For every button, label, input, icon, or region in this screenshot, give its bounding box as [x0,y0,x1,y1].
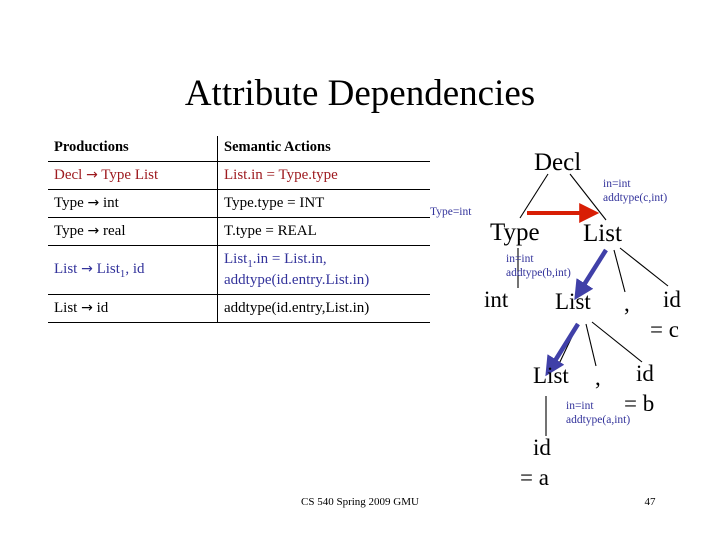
production-cell: Decl → Type List [48,161,219,190]
production-cell: List → List1, id [48,245,219,295]
table-row: Type → int Type.type = INT [48,189,430,218]
page-number: 47 [644,496,656,508]
slide-canvas: Attribute Dependencies Productions Seman… [0,0,720,540]
annotation-list-a: in=int addtype(a,int) [566,400,630,427]
rightwards-arrow-icon: → [87,223,100,239]
rightwards-arrow-icon: → [81,300,93,316]
page-title: Attribute Dependencies [184,73,536,114]
semantic-action-cell: addtype(id.entry,List.in) [217,294,430,323]
table-row: List → id addtype(id.entry,List.in) [48,294,430,323]
annotation-line-1: in=int [506,253,534,265]
footer-course-label: CS 540 Spring 2009 GMU [301,496,419,508]
production-cell: Type → int [48,189,219,218]
annotation-type-equals-int: Type=int [430,206,471,220]
tree-node-comma-1: , [624,291,630,316]
production-rhs: id [96,300,109,316]
rightwards-arrow-icon: → [86,167,98,183]
production-lhs: List [54,260,78,277]
tree-node-int: int [484,287,509,312]
semantic-action-prefix: List [224,251,248,267]
annotation-line-1: in=int [566,400,594,412]
production-cell: List → id [48,294,219,323]
edge-list1-comma [613,249,626,293]
semantic-action-text: T.type = REAL [224,223,317,239]
column-header-productions: Productions [48,136,219,162]
semantic-action-cell: List1.in = List.in, addtype(id.entry.Lis… [217,245,430,295]
edge-list2-idb [591,321,643,363]
blue-dependency-arrow-list2-to-list3 [545,322,580,377]
semantic-action-line-2: addtype(id.entry.List.in) [224,272,370,288]
edge-list2-comma [585,323,597,367]
rightwards-arrow-icon: → [81,260,93,277]
blue-dependency-arrow-list1-to-list2 [574,248,608,301]
rightwards-arrow-icon: → [87,195,100,211]
tree-node-id-a: id [533,435,551,460]
edge-list1-idc [619,247,669,287]
productions-table: Productions Semantic Actions Decl → Type… [48,136,430,323]
semantic-action-text: .in = List.in, [252,251,327,267]
semantic-action-line-1: List1.in = List.in, [224,251,426,270]
tree-node-type: Type [490,219,540,246]
production-cell: Type → real [48,217,219,246]
tree-node-id-c: id [663,287,681,312]
production-lhs: Type [54,195,84,211]
table-row: Type → real T.type = REAL [48,217,430,246]
production-rhs: List [96,260,120,277]
annotation-list-c: in=int addtype(c,int) [603,178,667,205]
annotation-line-2: addtype(c,int) [603,191,668,204]
semantic-action-cell: T.type = REAL [217,217,430,246]
column-header-semantic-actions: Semantic Actions [217,136,430,162]
tree-node-list-3: List [533,363,569,388]
production-lhs: Decl [54,167,83,183]
annotation-line-2: addtype(a,int) [566,413,631,426]
tree-node-comma-2: , [595,365,601,390]
table-row: Decl → Type List List.in = Type.type [48,161,430,190]
annotation-line-2: addtype(b,int) [506,266,571,279]
annotation-line-1: in=int [603,178,631,190]
tree-node-value-a: = a [520,465,549,490]
production-lhs: List [54,300,78,316]
production-rhs: Type List [101,167,159,183]
production-lhs: Type [54,223,84,239]
semantic-action-cell: Type.type = INT [217,189,430,218]
tree-node-list-1: List [583,220,622,247]
parse-tree-diagram: Decl Type List int List , id = c List , … [420,140,720,520]
table-header-row: Productions Semantic Actions [48,136,430,162]
semantic-action-text: addtype(id.entry,List.in) [224,300,370,316]
tree-node-decl: Decl [534,149,582,176]
tree-node-id-b: id [636,361,654,386]
annotation-line-1: Type=int [430,206,472,218]
production-rhs: int [103,195,119,211]
tree-node-value-c: = c [650,317,679,342]
semantic-action-cell: List.in = Type.type [217,161,430,190]
table-row: List → List1, id List1.in = List.in, add… [48,245,430,295]
semantic-action-text: List.in = Type.type [224,167,338,183]
annotation-list-b: in=int addtype(b,int) [506,253,571,280]
production-rhs-tail: , id [125,260,145,277]
semantic-action-text: Type.type = INT [224,195,325,211]
production-rhs: real [103,223,126,239]
tree-node-list-2: List [555,289,591,314]
